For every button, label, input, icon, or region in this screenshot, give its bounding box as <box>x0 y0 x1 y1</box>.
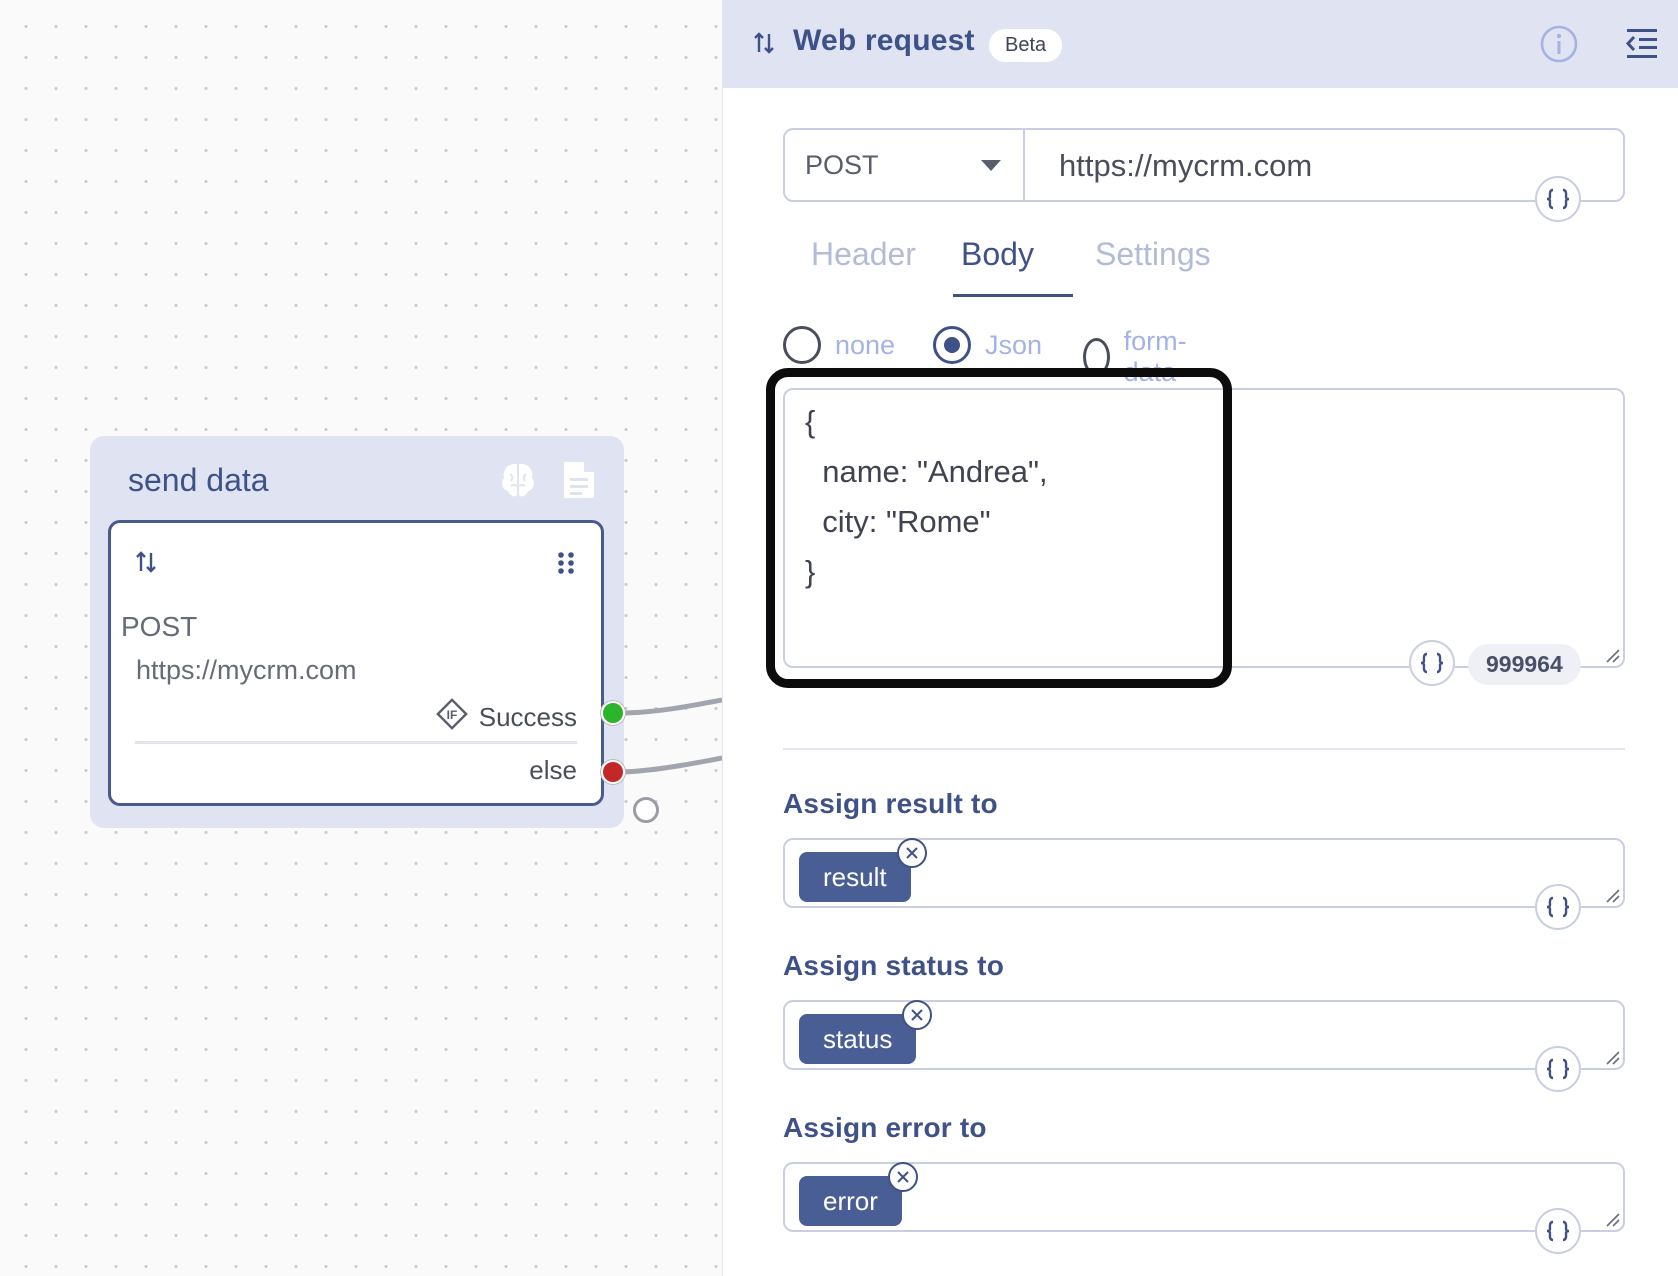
close-icon[interactable] <box>902 1000 933 1030</box>
variable-chip: error <box>799 1162 918 1226</box>
assign-status-label: Assign status to <box>783 950 1005 981</box>
info-icon[interactable] <box>1539 24 1579 69</box>
radio-json[interactable]: Json <box>933 326 1042 364</box>
braces-icon <box>1546 1058 1570 1080</box>
tab-settings[interactable]: Settings <box>1095 236 1211 273</box>
braces-icon <box>1546 188 1570 210</box>
char-counter: 999964 <box>1468 644 1581 685</box>
document-icon[interactable] <box>556 458 600 502</box>
radio-label: form-data <box>1123 326 1187 387</box>
chevron-down-icon <box>981 160 1001 171</box>
web-request-card[interactable]: POST https://mycrm.com IF Success else <box>108 520 604 806</box>
code-line: } <box>805 554 816 589</box>
url-input[interactable]: https://mycrm.com <box>1059 148 1312 184</box>
chip-label: result <box>823 861 887 892</box>
tab-active-indicator <box>953 294 1073 297</box>
variable-chip: result <box>799 838 927 902</box>
radio-form-data[interactable]: form-data <box>1083 326 1198 388</box>
success-label: Success <box>478 702 577 732</box>
braces-icon <box>1546 1220 1570 1242</box>
send-data-node[interactable]: send data POST https://mycrm.com IF Succ… <box>90 436 624 828</box>
chip-label: status <box>823 1023 893 1054</box>
arrows-updown-icon <box>753 30 775 61</box>
radio-circle-checked <box>933 326 971 364</box>
panel-header: Web request Beta <box>723 0 1678 88</box>
variable-chip: status <box>799 1000 933 1064</box>
assign-result-field[interactable]: result <box>783 838 1625 908</box>
radio-circle <box>1083 338 1110 376</box>
resize-handle-icon[interactable] <box>1605 888 1621 904</box>
radio-circle <box>783 326 821 364</box>
close-icon[interactable] <box>896 838 927 868</box>
collapse-panel-icon[interactable] <box>1625 26 1659 65</box>
body-variable-button[interactable] <box>1409 640 1455 686</box>
panel-title: Web request <box>793 24 975 57</box>
resize-handle-icon[interactable] <box>1605 648 1621 664</box>
error-variable-button[interactable] <box>1535 1208 1581 1254</box>
radio-label: Json <box>985 329 1043 360</box>
method-select[interactable]: POST <box>785 130 1025 200</box>
request-row: POST https://mycrm.com <box>783 128 1625 202</box>
branch-divider <box>135 741 577 744</box>
assign-status-field[interactable]: status <box>783 1000 1625 1070</box>
assign-result-label: Assign result to <box>783 788 998 819</box>
properties-panel: Web request Beta POST https://mycrm.com <box>722 0 1678 1276</box>
output-port[interactable] <box>633 797 659 823</box>
braces-icon <box>1420 652 1444 674</box>
body-editor[interactable]: { name: "Andrea", city: "Rome" } <box>783 388 1625 668</box>
success-port[interactable] <box>601 701 625 725</box>
card-method: POST <box>121 611 198 642</box>
radio-none[interactable]: none <box>783 326 895 364</box>
code-line: name: "Andrea", <box>805 454 1048 489</box>
if-diamond-icon: IF <box>435 697 469 738</box>
braces-icon <box>1546 896 1570 918</box>
resize-handle-icon[interactable] <box>1605 1050 1621 1066</box>
code-line: { <box>805 404 816 439</box>
code-line: city: "Rome" <box>805 504 991 539</box>
resize-handle-icon[interactable] <box>1605 1212 1621 1228</box>
close-icon[interactable] <box>887 1162 918 1192</box>
url-variable-button[interactable] <box>1535 176 1581 222</box>
tab-header[interactable]: Header <box>811 236 916 273</box>
status-variable-button[interactable] <box>1535 1046 1581 1092</box>
brain-icon[interactable] <box>496 458 540 502</box>
radio-label: none <box>835 329 896 360</box>
success-branch: IF Success <box>435 697 577 738</box>
card-url: https://mycrm.com <box>136 655 357 685</box>
else-label: else <box>529 755 577 785</box>
node-title: send data <box>128 462 269 498</box>
result-variable-button[interactable] <box>1535 884 1581 930</box>
assign-error-field[interactable]: error <box>783 1162 1625 1232</box>
else-port[interactable] <box>601 760 625 784</box>
chip-label: error <box>823 1185 878 1216</box>
beta-badge: Beta <box>989 29 1063 62</box>
section-divider <box>783 748 1625 750</box>
svg-text:IF: IF <box>446 708 457 722</box>
assign-error-label: Assign error to <box>783 1112 987 1143</box>
arrows-updown-icon <box>135 549 157 580</box>
flow-canvas[interactable]: send data POST https://mycrm.com IF Succ… <box>0 0 722 1276</box>
tab-body[interactable]: Body <box>961 236 1034 273</box>
drag-handle-icon[interactable] <box>557 551 575 580</box>
method-value: POST <box>805 149 879 180</box>
